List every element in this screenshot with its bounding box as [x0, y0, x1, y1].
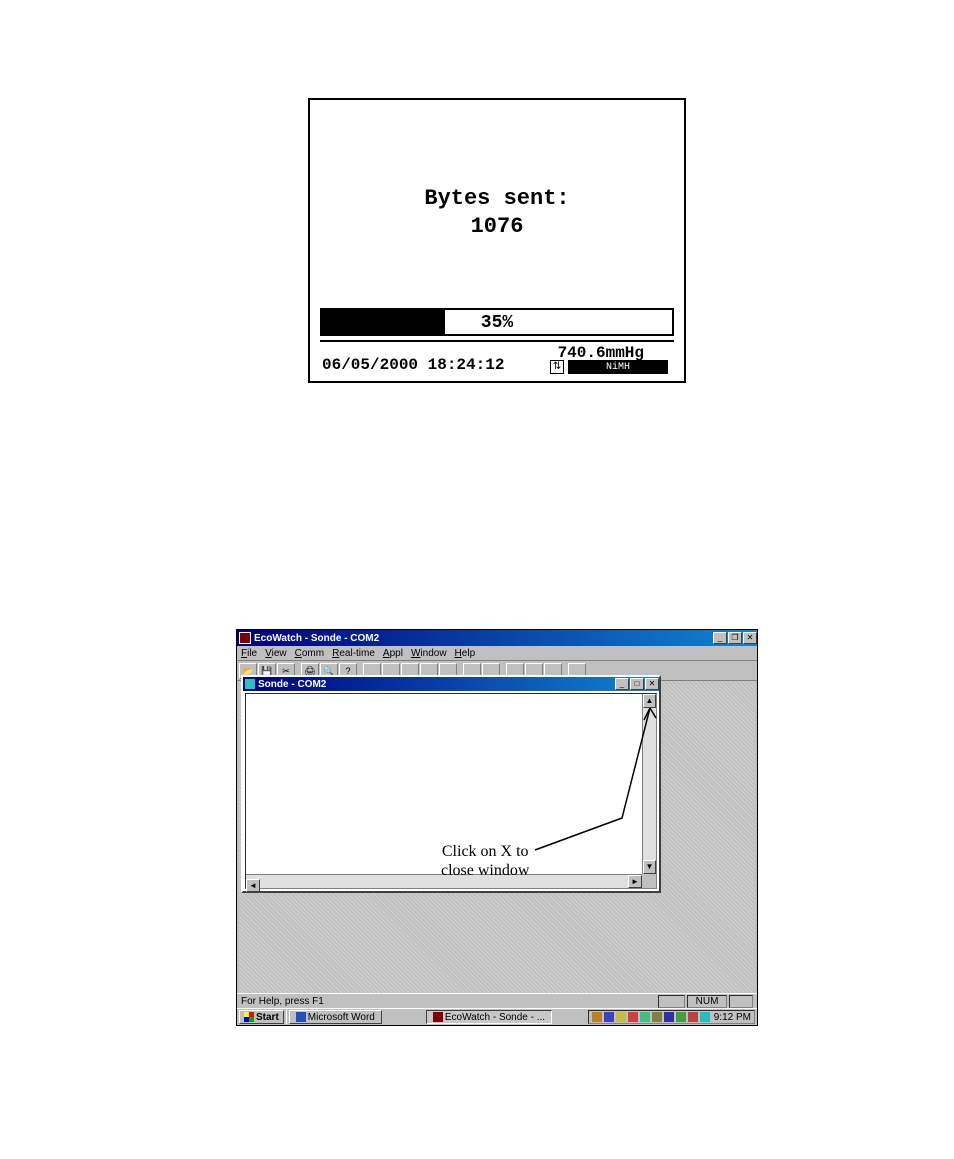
main-minimize-button[interactable]: _: [713, 632, 727, 644]
scroll-right-arrow-icon[interactable]: ►: [628, 875, 642, 888]
tray-clock[interactable]: 9:12 PM: [712, 1012, 751, 1023]
device-datetime: 06/05/2000 18:24:12: [322, 356, 504, 374]
scroll-left-arrow-icon[interactable]: ◄: [246, 879, 260, 892]
taskbar-item-word[interactable]: Microsoft Word: [289, 1010, 382, 1024]
menu-view[interactable]: View: [265, 648, 287, 659]
statusbar-text: For Help, press F1: [241, 996, 656, 1007]
battery-indicator: NiMH: [568, 360, 668, 374]
annotation-text: Click on X to close window: [441, 842, 529, 880]
tray-icon-10[interactable]: [700, 1012, 710, 1022]
progress-bar: 35%: [320, 308, 674, 336]
bytes-sent-label: Bytes sent:: [424, 186, 569, 211]
menu-window[interactable]: Window: [411, 648, 447, 659]
statusbar-cell-1: [658, 995, 684, 1008]
system-tray[interactable]: 9:12 PM: [588, 1010, 755, 1024]
menu-comm[interactable]: Comm: [295, 648, 324, 659]
child-minimize-button[interactable]: _: [615, 678, 629, 690]
child-titlebar[interactable]: Sonde - COM2 _ □ ✕: [243, 677, 659, 691]
sonde-child-window: Sonde - COM2 _ □ ✕ ▲ ▼ ◄ ►: [241, 675, 661, 893]
scroll-corner: [642, 874, 656, 888]
charging-icon: ⇅: [550, 360, 564, 374]
tray-icon-1[interactable]: [592, 1012, 602, 1022]
child-title-text: Sonde - COM2: [258, 679, 614, 690]
menubar: File View Comm Real-time Appl Window Hel…: [237, 646, 757, 661]
tray-icon-7[interactable]: [664, 1012, 674, 1022]
tray-icon-5[interactable]: [640, 1012, 650, 1022]
main-close-button[interactable]: ✕: [743, 632, 757, 644]
tray-icon-6[interactable]: [652, 1012, 662, 1022]
word-icon: [296, 1012, 306, 1022]
taskbar-item-ecowatch[interactable]: EcoWatch - Sonde - ...: [426, 1010, 552, 1024]
menu-appl[interactable]: Appl: [383, 648, 403, 659]
start-label: Start: [256, 1012, 279, 1023]
tray-icon-2[interactable]: [604, 1012, 614, 1022]
task-active-label: EcoWatch - Sonde - ...: [445, 1012, 545, 1023]
statusbar-num: NUM: [687, 995, 728, 1008]
taskbar: Start Microsoft Word EcoWatch - Sonde - …: [237, 1008, 757, 1025]
statusbar: For Help, press F1 NUM: [237, 993, 757, 1008]
main-title: EcoWatch - Sonde - COM2: [254, 633, 712, 644]
windows-logo-icon: [244, 1012, 254, 1022]
tray-icon-9[interactable]: [688, 1012, 698, 1022]
menu-file[interactable]: File: [241, 648, 257, 659]
mdi-client-area: Sonde - COM2 _ □ ✕ ▲ ▼ ◄ ►: [239, 681, 755, 1010]
child-close-button[interactable]: ✕: [645, 678, 659, 690]
main-titlebar[interactable]: EcoWatch - Sonde - COM2 _ ❐ ✕: [237, 630, 757, 646]
statusbar-cell-3: [729, 995, 753, 1008]
vertical-scrollbar[interactable]: ▲ ▼: [642, 694, 656, 874]
ecowatch-icon: [433, 1012, 443, 1022]
bytes-sent-value: 1076: [471, 214, 524, 239]
device-status-row: 06/05/2000 18:24:12 740.6mmHg ⇅ NiMH: [320, 340, 674, 380]
taskbar-separator: [286, 1010, 287, 1024]
child-maximize-button[interactable]: □: [630, 678, 644, 690]
scroll-down-arrow-icon[interactable]: ▼: [643, 860, 656, 874]
start-button[interactable]: Start: [239, 1010, 284, 1024]
scroll-up-arrow-icon[interactable]: ▲: [643, 694, 656, 708]
device-panel: Bytes sent: 1076 35% 06/05/2000 18:24:12…: [308, 98, 686, 383]
child-window-icon[interactable]: [245, 679, 255, 689]
tray-icon-4[interactable]: [628, 1012, 638, 1022]
menu-realtime[interactable]: Real-time: [332, 648, 375, 659]
menu-help[interactable]: Help: [455, 648, 476, 659]
main-restore-button[interactable]: ❐: [728, 632, 742, 644]
tray-icon-3[interactable]: [616, 1012, 626, 1022]
task-word-label: Microsoft Word: [308, 1012, 375, 1023]
tray-icon-8[interactable]: [676, 1012, 686, 1022]
progress-percent: 35%: [322, 313, 672, 333]
ecowatch-main-window: EcoWatch - Sonde - COM2 _ ❐ ✕ File View …: [237, 630, 757, 1010]
bytes-sent-message: Bytes sent: 1076: [310, 185, 684, 240]
app-icon[interactable]: [239, 632, 251, 644]
child-client-area: ▲ ▼ ◄ ► Click on X to close window: [245, 693, 657, 889]
ecowatch-screenshot: EcoWatch - Sonde - COM2 _ ❐ ✕ File View …: [236, 629, 758, 1026]
